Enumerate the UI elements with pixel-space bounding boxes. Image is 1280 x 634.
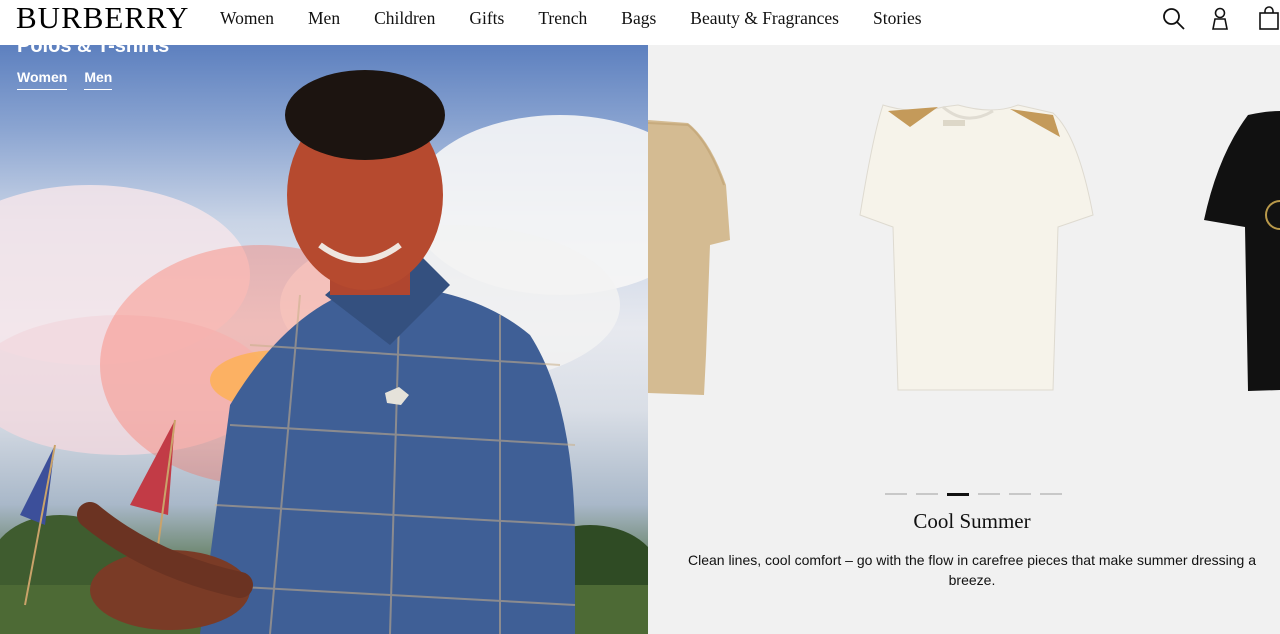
hero-title: Polos & T-shirts — [17, 45, 170, 57]
carousel-products — [648, 104, 1280, 395]
site-header: BURBERRY Women Men Children Gifts Trench… — [0, 0, 1280, 45]
burberry-logo[interactable]: BURBERRY — [16, 2, 189, 34]
nav-beauty-fragrances[interactable]: Beauty & Fragrances — [690, 8, 839, 28]
carousel-pagination — [885, 492, 1062, 496]
hero-link-women[interactable]: Women — [17, 69, 68, 90]
hero-illustration — [0, 70, 648, 634]
nav-trench[interactable]: Trench — [538, 8, 587, 28]
carousel-dot[interactable] — [978, 493, 1000, 495]
account-icon[interactable] — [1207, 6, 1233, 32]
hero-links: Women Men — [17, 69, 113, 90]
carousel-dot[interactable] — [1009, 493, 1031, 495]
shopping-bag-icon[interactable] — [1256, 6, 1280, 32]
carousel-dot[interactable] — [1040, 493, 1062, 495]
nav-children[interactable]: Children — [374, 8, 435, 28]
nav-women[interactable]: Women — [220, 8, 274, 28]
white-check-tshirt-product[interactable] — [859, 104, 1094, 391]
nav-bags[interactable]: Bags — [621, 8, 656, 28]
carousel-dot-active[interactable] — [947, 492, 969, 496]
carousel-dot[interactable] — [885, 493, 907, 495]
beige-tshirt-product[interactable] — [648, 120, 730, 395]
carousel-dot[interactable] — [916, 493, 938, 495]
nav-men[interactable]: Men — [308, 8, 340, 28]
search-icon[interactable] — [1161, 6, 1187, 32]
hero-campaign-image[interactable]: Polos & T-shirts Women Men — [0, 45, 648, 634]
nav-stories[interactable]: Stories — [873, 8, 922, 28]
product-carousel — [648, 45, 1280, 634]
nav-gifts[interactable]: Gifts — [469, 8, 504, 28]
hero-link-men[interactable]: Men — [84, 69, 113, 90]
main-nav: Women Men Children Gifts Trench Bags Bea… — [220, 8, 956, 28]
black-tshirt-product[interactable] — [1204, 111, 1280, 391]
